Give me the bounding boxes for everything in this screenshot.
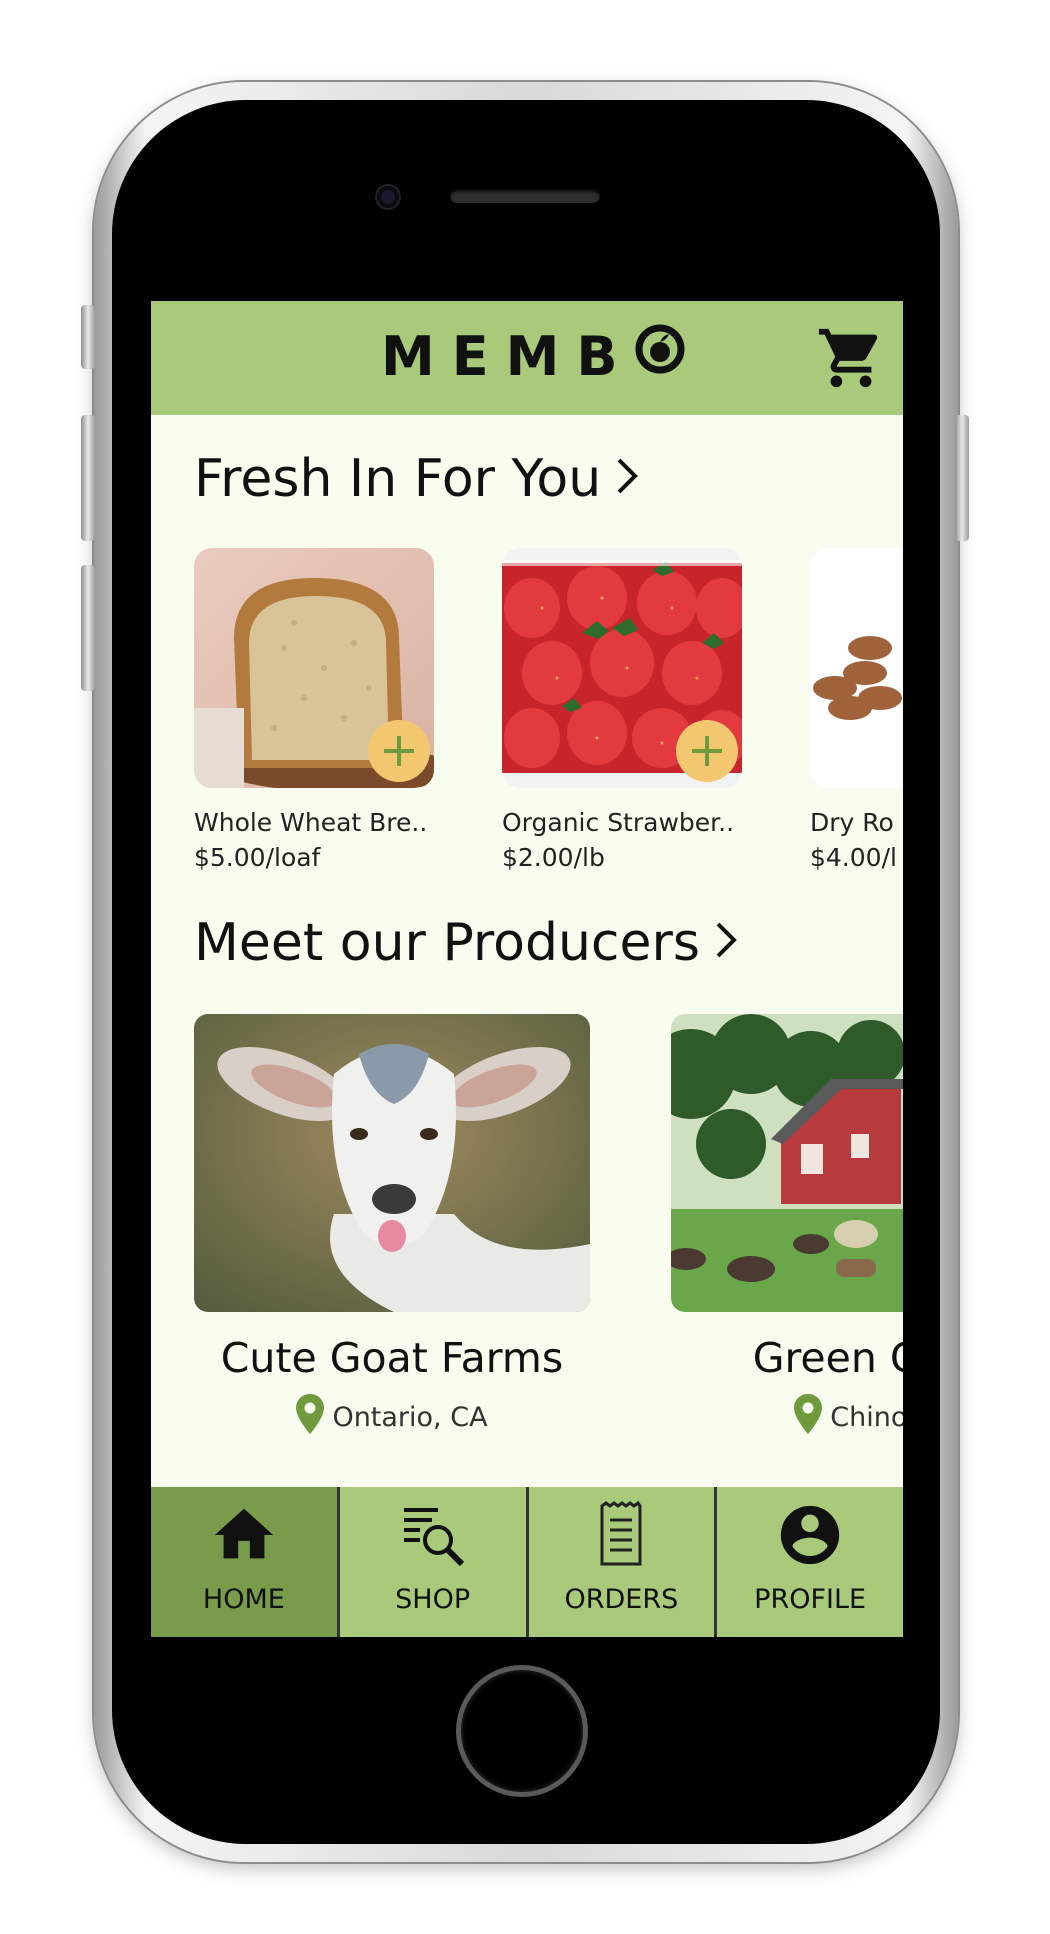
product-card[interactable]: Organic Strawber.. $2.00/lb — [502, 548, 742, 872]
receipt-icon — [586, 1500, 656, 1570]
tab-profile[interactable]: PROFILE — [717, 1487, 903, 1637]
front-camera — [377, 186, 399, 208]
location-text: Chino Hi — [830, 1402, 903, 1433]
product-price: $2.00/lb — [502, 843, 605, 872]
strawberries-image — [502, 548, 742, 788]
almonds-image — [810, 548, 903, 788]
goat-image — [194, 1014, 590, 1312]
producer-name: Cute Goat Farms — [220, 1334, 564, 1382]
product-price: $4.00/l — [810, 843, 897, 872]
product-name: Dry Ro — [810, 808, 894, 837]
membo-logo: MEMB — [381, 324, 685, 388]
product-card[interactable]: Whole Wheat Bre.. $5.00/loaf — [194, 548, 434, 872]
volume-up-button — [81, 415, 95, 541]
cart-icon[interactable] — [814, 323, 888, 393]
app-screen: MEMB Fresh In For You Whole Wheat Bre.. … — [151, 301, 903, 1637]
product-name: Organic Strawber.. — [502, 808, 735, 837]
producer-location: Ontario, CA — [194, 1394, 590, 1441]
volume-down-button — [81, 565, 95, 691]
tab-orders[interactable]: ORDERS — [529, 1487, 718, 1637]
app-header: MEMB — [151, 301, 903, 415]
bottom-tab-bar: HOME SHOP ORDERS PROFILE — [151, 1487, 903, 1637]
power-button — [955, 415, 969, 541]
earpiece-speaker — [450, 189, 600, 203]
chevron-right-icon — [615, 449, 639, 509]
producer-card[interactable]: Cute Goat Farms Ontario, CA — [194, 1014, 590, 1441]
farm-image — [671, 1014, 903, 1312]
add-to-cart-button[interactable] — [368, 720, 430, 782]
apple-o-icon — [635, 324, 685, 386]
tab-label: HOME — [202, 1584, 285, 1615]
product-card[interactable]: Dry Ro $4.00/l — [810, 548, 903, 872]
home-button[interactable] — [456, 1665, 588, 1797]
producer-card[interactable]: Green Garc Chino Hi — [671, 1014, 903, 1441]
product-price: $5.00/loaf — [194, 843, 321, 872]
location-text: Ontario, CA — [332, 1402, 488, 1433]
fresh-section-header[interactable]: Fresh In For You — [194, 449, 639, 509]
logo-text: MEMB — [381, 325, 635, 388]
tab-label: SHOP — [395, 1584, 471, 1615]
chevron-right-icon — [714, 913, 738, 973]
tab-label: ORDERS — [564, 1584, 679, 1615]
bread-image — [194, 548, 434, 788]
plus-icon — [384, 736, 414, 766]
tab-label: PROFILE — [754, 1584, 867, 1615]
location-pin-icon — [296, 1394, 325, 1441]
producers-section-title: Meet our Producers — [194, 913, 700, 973]
producers-section-header[interactable]: Meet our Producers — [194, 913, 738, 973]
tab-shop[interactable]: SHOP — [340, 1487, 529, 1637]
home-icon — [209, 1500, 279, 1570]
shop-search-icon — [398, 1500, 468, 1570]
add-to-cart-button[interactable] — [676, 720, 738, 782]
producer-location: Chino Hi — [671, 1394, 903, 1441]
plus-icon — [692, 736, 722, 766]
mute-switch — [81, 305, 95, 369]
product-name: Whole Wheat Bre.. — [194, 808, 428, 837]
fresh-section-title: Fresh In For You — [194, 449, 602, 509]
tab-home[interactable]: HOME — [151, 1487, 340, 1637]
location-pin-icon — [794, 1394, 823, 1441]
producer-name: Green Garc — [752, 1334, 903, 1382]
profile-icon — [775, 1500, 845, 1570]
